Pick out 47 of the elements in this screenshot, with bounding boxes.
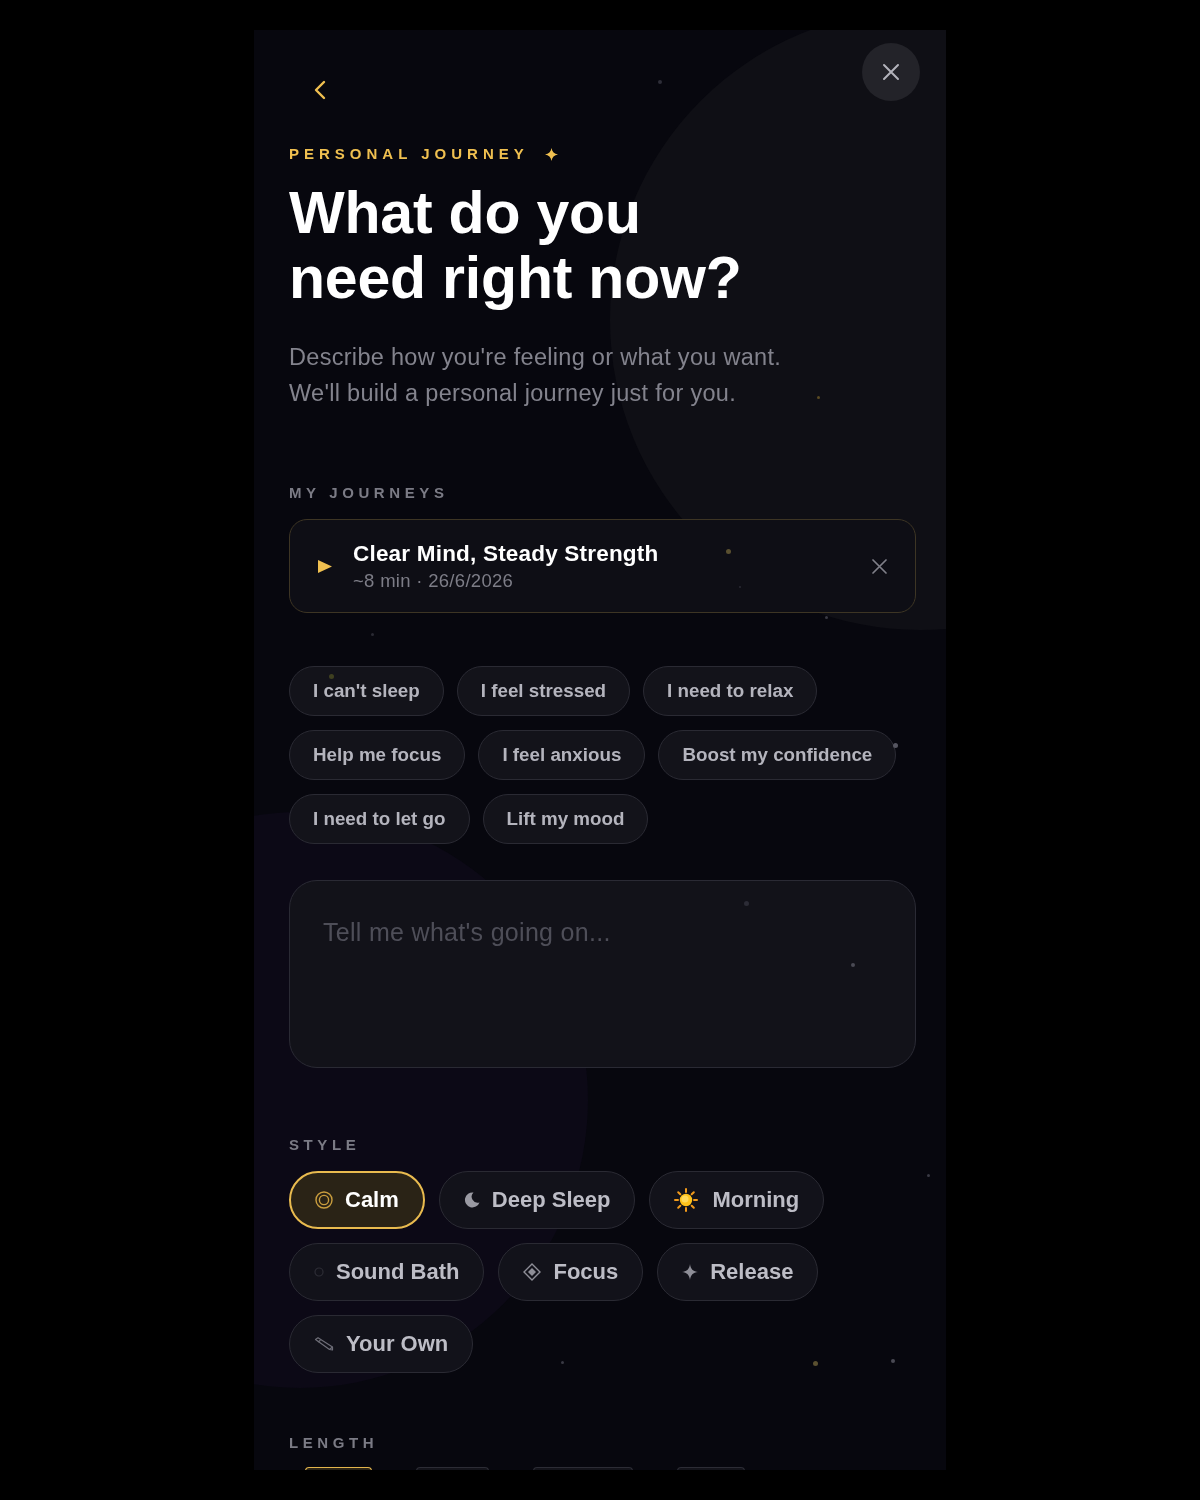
suggestion-chip[interactable]: Lift my mood: [482, 794, 649, 844]
suggestion-chip[interactable]: I need to let go: [289, 794, 470, 844]
star-dot-icon: [851, 963, 855, 967]
close-icon[interactable]: [872, 558, 887, 574]
moon-icon: [463, 1192, 480, 1208]
length-option[interactable]: [305, 1467, 372, 1470]
style-option[interactable]: Your Own: [289, 1315, 474, 1373]
style-option[interactable]: Focus: [498, 1243, 644, 1301]
star-dot-icon: [926, 1173, 930, 1177]
page-description: Describe how you're feeling or what you want. We'll build a personal journey just for you.: [289, 343, 782, 408]
close-icon: [882, 63, 900, 81]
ring-icon: [315, 1191, 333, 1209]
style-option[interactable]: Sound Bath: [289, 1243, 485, 1301]
input-field[interactable]: Tell me what's going on...: [289, 880, 916, 1068]
sparkle-icon: [544, 147, 558, 161]
star-dot-icon: [370, 632, 374, 636]
eyebrow-label: PERSONAL JOURNEY: [289, 144, 529, 164]
style-option[interactable]: Deep Sleep: [438, 1171, 636, 1229]
suggestion-chip[interactable]: I feel stressed: [456, 666, 631, 716]
journey-title: Clear Mind, Steady Strength: [353, 540, 659, 567]
journey-meta: ~8 min · 26/6/2026: [353, 569, 514, 592]
suggestion-chip[interactable]: I can't sleep: [289, 666, 444, 716]
style-option[interactable]: Calm: [289, 1171, 425, 1229]
diamond-icon: [523, 1263, 542, 1281]
play-icon: [318, 559, 332, 573]
star-dot-icon: [560, 1360, 564, 1364]
star-dot-icon: [658, 80, 662, 84]
style-option[interactable]: Release: [657, 1243, 819, 1301]
sparkle-icon: [682, 1264, 699, 1280]
section-label: MY JOURNEYS: [289, 483, 449, 503]
star-dot-icon: [816, 395, 820, 399]
section-label: LENGTH: [289, 1433, 379, 1453]
style-option[interactable]: Morning: [649, 1171, 825, 1229]
pencil-icon: [314, 1337, 334, 1351]
circle-icon: [314, 1267, 324, 1277]
section-label: STYLE: [289, 1135, 361, 1155]
journey-card[interactable]: Clear Mind, Steady Strength ~8 min · 26/6/2026: [289, 519, 916, 613]
star-dot-icon: [812, 1360, 818, 1366]
suggestion-chip[interactable]: Help me focus: [289, 730, 466, 780]
chevron-left-icon: [314, 80, 326, 100]
page-title: What do you need right now?: [289, 181, 742, 311]
star-dot-icon: [824, 615, 828, 619]
suggestion-chip[interactable]: I feel anxious: [478, 730, 646, 780]
suggestion-chip[interactable]: Boost my confidence: [658, 730, 897, 780]
suggestion-chip[interactable]: I need to relax: [643, 666, 818, 716]
star-dot-icon: [891, 1359, 895, 1363]
sun-icon: [674, 1188, 699, 1212]
